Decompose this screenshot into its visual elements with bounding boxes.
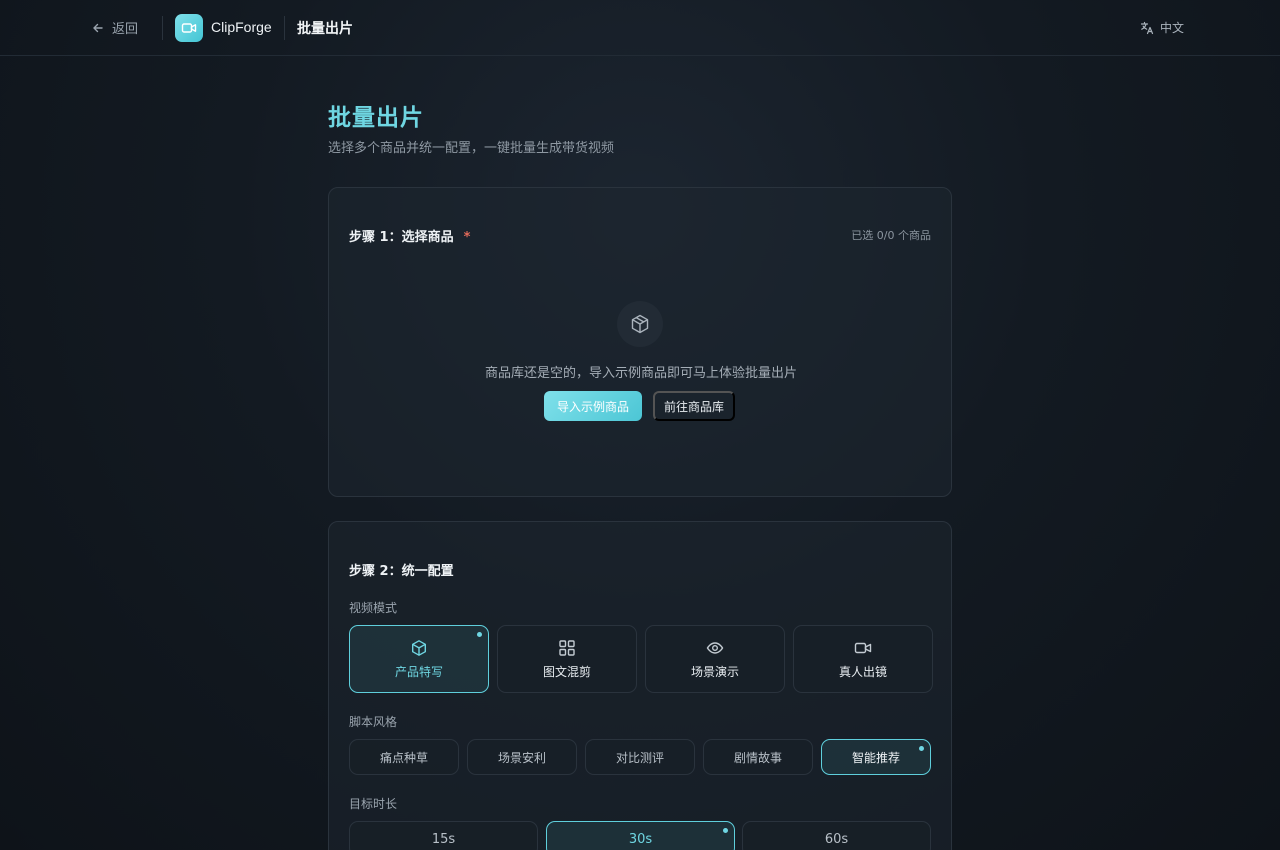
step1-title: 步骤 1：选择商品 * [349,226,470,245]
mode-option-scene-demo[interactable]: 场景演示 [645,625,785,693]
arrow-left-icon [93,23,103,32]
style-option[interactable]: 场景安利 [467,739,577,775]
box-icon [412,639,426,656]
page-title: 批量出片 [328,105,424,131]
style-option[interactable]: 对比测评 [585,739,695,775]
mode-option-product-closeup[interactable]: 产品特写 [349,625,489,693]
language-switcher[interactable]: 中文 [1140,19,1184,36]
video-camera-icon [181,23,197,33]
required-mark: * [463,230,471,245]
duration-option[interactable]: 60s [742,821,931,850]
box-icon [631,314,649,334]
mode-label: 图文混剪 [542,664,591,679]
style-label: 智能推荐 [851,750,900,765]
style-option-selected[interactable]: 智能推荐 [821,739,931,775]
mode-label: 产品特写 [394,664,443,679]
step2-card: 步骤 2：统一配置 视频模式 产品特写 图文混剪 场景演示 真人出镜 脚本风格 … [328,521,952,850]
top-bar: 返回 ClipForge 批量出片 中文 [0,0,1280,56]
step1-card: 步骤 1：选择商品 * 已选 0/0 个商品 商品库还是空的，导入示例商品即可马上… [328,187,952,497]
page-subtitle: 选择多个商品并统一配置，一键批量生成带货视频 [328,141,615,156]
duration-option-selected[interactable]: 30s [546,821,735,850]
duration-label: 目标时长 [349,797,398,811]
eye-icon [706,641,724,654]
video-mode-label: 视频模式 [349,601,398,615]
mode-option-mixed-cut[interactable]: 图文混剪 [497,625,637,693]
divider [162,16,163,40]
mode-label: 真人出镜 [838,664,887,679]
video-camera-icon [854,642,872,653]
mode-option-real-person[interactable]: 真人出镜 [793,625,933,693]
brand-name: ClipForge [211,19,272,35]
empty-state-icon [617,301,663,347]
style-option[interactable]: 痛点种草 [349,739,459,775]
logo [175,14,203,42]
duration-option[interactable]: 15s [349,821,538,850]
selected-dot [919,746,924,751]
script-style-label: 脚本风格 [349,715,398,729]
empty-state-text: 商品库还是空的，导入示例商品即可马上体验批量出片 [484,366,797,381]
translate-icon [1140,21,1154,34]
grid-icon [559,639,575,656]
back-label: 返回 [112,22,139,37]
selected-count: 已选 0/0 个商品 [851,229,931,242]
go-to-library-button[interactable]: 前往商品库 [653,391,735,421]
duration-value: 30s [628,831,653,847]
back-button[interactable]: 返回 [92,18,138,37]
import-sample-button[interactable]: 导入示例商品 [544,391,642,421]
step2-title: 步骤 2：统一配置 [349,564,454,579]
divider [284,16,285,40]
language-label: 中文 [1160,21,1185,35]
style-option[interactable]: 剧情故事 [703,739,813,775]
mode-label: 场景演示 [690,664,739,679]
breadcrumb-page: 批量出片 [297,21,353,37]
selected-dot [477,632,482,637]
selected-dot [723,828,728,833]
step1-title-text: 步骤 1：选择商品 [349,230,454,245]
